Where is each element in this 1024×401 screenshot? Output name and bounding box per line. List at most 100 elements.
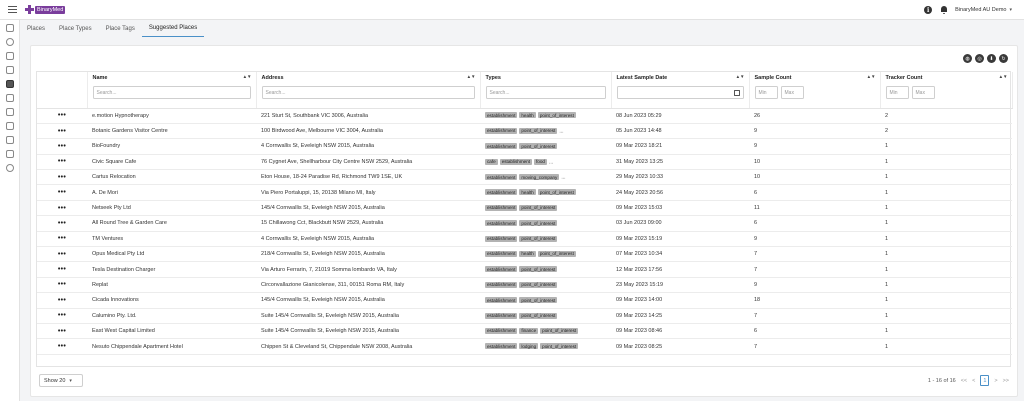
row-actions-button[interactable]: ••• [37, 169, 87, 186]
sort-icon[interactable]: ▲▼ [867, 74, 876, 79]
table-row[interactable]: ••• Calumino Pty. Ltd. Suite 145/4 Cornwal… [37, 308, 1012, 324]
tracker-max-input[interactable]: Max [911, 86, 935, 99]
table-row[interactable]: ••• Replat Circonvallazione Gianicolense, … [37, 277, 1012, 294]
info-icon[interactable]: i [924, 6, 933, 14]
row-actions-button[interactable]: ••• [37, 200, 87, 217]
place-name: Netseek Pty Ltd [87, 200, 256, 217]
types-filter-input[interactable]: Search... [485, 86, 606, 99]
prev-page-button[interactable]: < [972, 378, 975, 384]
place-types: establishment point_of_interest [480, 277, 611, 294]
tracker-count: 1 [880, 338, 1012, 355]
name-filter-input[interactable]: Search... [92, 86, 251, 99]
type-chip: point_of_interest [519, 220, 558, 227]
refresh-icon[interactable]: ↻ [999, 54, 1008, 63]
row-actions-button[interactable]: ••• [37, 108, 87, 124]
row-actions-button[interactable]: ••• [37, 308, 87, 324]
row-actions-button[interactable]: ••• [37, 323, 87, 340]
table-row[interactable]: ••• Civic Square Cafe 76 Cygnet Ave, Shell… [37, 154, 1012, 171]
globe-icon[interactable]: ◍ [963, 54, 972, 63]
column-header-name[interactable]: Name ▲▼ [87, 72, 257, 83]
current-page-button[interactable]: 1 [980, 375, 990, 386]
place-types: establishment point_of_interest [480, 261, 611, 278]
column-header-latest-sample-date[interactable]: Latest Sample Date ▲▼ [611, 72, 750, 83]
sidebar-network-icon[interactable] [6, 136, 14, 144]
row-actions-button[interactable]: ••• [37, 277, 87, 294]
latest-sample-date: 09 Mar 2023 14:00 [611, 292, 749, 309]
row-actions-button[interactable]: ••• [37, 123, 87, 140]
row-actions-button[interactable]: ••• [37, 261, 87, 278]
sidebar-tools-icon[interactable] [6, 94, 14, 102]
table-row[interactable]: ••• Nesuto Chippendale Apartment Hotel Chi… [37, 338, 1012, 355]
latest-sample-date: 05 Jun 2023 14:48 [611, 123, 749, 140]
address-filter-input[interactable]: Search... [261, 86, 475, 99]
table-row[interactable]: ••• TM Ventures 4 Cornwallis St, Eveleigh … [37, 231, 1012, 248]
sort-icon[interactable]: ▲▼ [243, 74, 252, 79]
table-footer: Show 20 ▾ 1 - 16 of 16 << < 1 > >> [31, 369, 1017, 397]
tracker-min-input[interactable]: Min [885, 86, 909, 99]
table-row[interactable]: ••• Botanic Gardens Visitor Centre 100 Bir… [37, 123, 1012, 140]
column-header-tracker-count[interactable]: Tracker Count ▲▼ [880, 72, 1013, 83]
sidebar-places-icon[interactable] [6, 80, 14, 88]
table-row[interactable]: ••• Tesla Destination Charger Via Arturo F… [37, 261, 1012, 278]
sample-min-input[interactable]: Min [754, 86, 778, 99]
last-page-button[interactable]: >> [1003, 378, 1009, 384]
tab-place-types[interactable]: Place Types [52, 20, 99, 37]
sidebar-globe-icon[interactable] [6, 38, 14, 46]
table-row[interactable]: ••• Netseek Pty Ltd 145/4 Cornwallis St, E… [37, 200, 1012, 217]
type-chip: establishment [485, 327, 518, 334]
sort-icon[interactable]: ▲▼ [736, 74, 745, 79]
account-menu[interactable]: BinaryMed AU Demo ▾ [955, 7, 1012, 13]
sidebar-chart-icon[interactable] [6, 164, 14, 172]
menu-icon[interactable] [3, 0, 21, 20]
tab-places[interactable]: Places [20, 20, 52, 37]
column-header-address[interactable]: Address ▲▼ [256, 72, 481, 83]
tracker-count: 1 [880, 200, 1012, 217]
sidebar-home-icon[interactable] [6, 24, 14, 32]
sidebar-alert-icon[interactable] [6, 122, 14, 130]
download-icon[interactable]: ⬇ [987, 54, 996, 63]
sidebar-device-icon[interactable] [6, 52, 14, 60]
column-header-types[interactable]: Types [480, 72, 612, 83]
table-row[interactable]: ••• All Round Tree & Garden Care 15 Chilla… [37, 215, 1012, 232]
table-row[interactable]: ••• East West Capital Limited Suite 145/4 … [37, 323, 1012, 340]
next-page-button[interactable]: > [994, 378, 997, 384]
tab-place-tags[interactable]: Place Tags [99, 20, 142, 37]
sort-icon[interactable]: ▲▼ [999, 74, 1008, 79]
type-chip: cafe [485, 158, 498, 165]
table-row[interactable]: ••• Opus Medical Pty Ltd 218/4 Cornwallis … [37, 246, 1012, 263]
sort-icon[interactable]: ▲▼ [467, 74, 476, 79]
type-chip: point_of_interest [519, 143, 558, 150]
table-row[interactable]: ••• A. De Mori Via Piero Portaluppi, 15, 2… [37, 184, 1012, 201]
logo[interactable]: BinaryMed [25, 5, 66, 14]
sidebar-document-icon[interactable] [6, 108, 14, 116]
tracker-count: 1 [880, 323, 1012, 340]
row-actions-button[interactable]: ••• [37, 292, 87, 309]
latest-sample-date: 09 Mar 2023 08:46 [611, 323, 749, 340]
column-header-sample-count[interactable]: Sample Count ▲▼ [749, 72, 881, 83]
top-bar: BinaryMed i BinaryMed AU Demo ▾ [0, 0, 1024, 20]
place-name: BioFoundry [87, 138, 256, 155]
date-filter-input[interactable] [616, 86, 744, 99]
table-row[interactable]: ••• Cartus Relocation Eton House, 18-24 Pa… [37, 169, 1012, 186]
tracker-count: 1 [880, 261, 1012, 278]
row-actions-button[interactable]: ••• [37, 154, 87, 171]
row-actions-button[interactable]: ••• [37, 246, 87, 263]
calendar-icon[interactable] [733, 89, 740, 96]
row-actions-button[interactable]: ••• [37, 184, 87, 201]
row-actions-button[interactable]: ••• [37, 231, 87, 248]
table-row[interactable]: ••• BioFoundry 4 Cornwallis St, Eveleigh N… [37, 138, 1012, 155]
sidebar-tag-icon[interactable] [6, 66, 14, 74]
sample-count: 7 [749, 338, 880, 355]
first-page-button[interactable]: << [961, 378, 967, 384]
bell-icon[interactable] [940, 6, 947, 14]
sample-max-input[interactable]: Max [780, 86, 804, 99]
sidebar-users-icon[interactable] [6, 150, 14, 158]
table-row[interactable]: ••• Cicada Innovations 145/4 Cornwallis St… [37, 292, 1012, 309]
tab-suggested-places[interactable]: Suggested Places [141, 20, 205, 37]
row-actions-button[interactable]: ••• [37, 338, 87, 355]
page-size-select[interactable]: Show 20 ▾ [39, 374, 83, 387]
grid-globe-icon[interactable]: ◎ [975, 54, 984, 63]
row-actions-button[interactable]: ••• [37, 215, 87, 232]
table-row[interactable]: ••• e.motion Hypnotherapy 221 Sturt St, So… [37, 108, 1012, 124]
row-actions-button[interactable]: ••• [37, 138, 87, 155]
